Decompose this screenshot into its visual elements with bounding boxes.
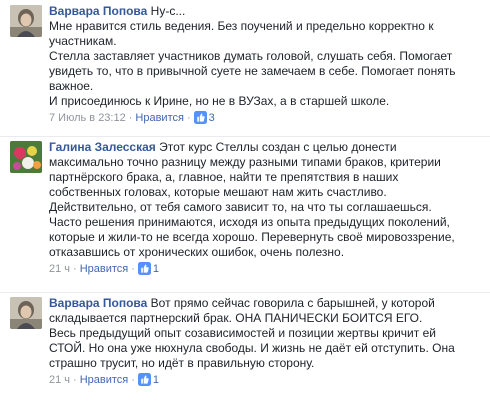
meta-separator: · [73,263,77,275]
meta-separator: · [128,112,133,124]
comment-text-line: увидеть то, что в привычной суете не зам… [49,64,456,78]
comment-text-line: участникам. [49,34,117,48]
comment-text-line: складывается партнерский брак. ОНА ПАНИЧ… [49,311,423,325]
comment-author[interactable]: Галина Залесская [49,140,156,154]
avatar[interactable] [10,297,42,329]
comment-divider [0,136,490,137]
thumbs-up-icon [193,111,207,124]
comment-text-line: которые и жили-то не всегда хорошо. Пере… [49,230,455,244]
comment-text: Вот прямо сейчас говорила с барышней, у … [147,296,435,310]
comment-divider [0,292,490,293]
like-count: 3 [208,112,215,124]
meta-separator: · [73,374,77,386]
like-button[interactable]: Нравится [80,374,129,386]
comment: Варвара Попова Вот прямо сейчас говорила… [6,296,486,400]
like-count-link[interactable]: 3 [193,111,215,124]
comment-first-line: Галина Залесская Этот курс Стеллы создан… [49,140,486,155]
avatar[interactable] [10,5,42,37]
meta-separator: · [131,374,135,386]
thumbs-up-icon [137,262,151,275]
comment-text-line: СТОЙ. Но она уже нюхнула свободы. И жизн… [49,341,455,355]
comment: Галина Залесская Этот курс Стеллы создан… [6,140,486,290]
comment-text: Ну-с... [147,4,186,18]
comment-text-line: Часто решения принимаются, исходя из опы… [49,215,450,229]
meta-separator: · [131,263,135,275]
comment-meta: 21 ч · Нравится · 1 [49,262,486,276]
avatar-photo [10,297,42,329]
like-button[interactable]: Нравится [80,263,129,275]
comment-text: Этот курс Стеллы создан с целью донести [155,140,397,154]
comment-text-line: партнёрского брака, а, главное, найти те… [49,170,399,184]
avatar-photo [10,5,42,37]
comment-author[interactable]: Варвара Попова [49,4,147,18]
comment-meta: 7 Июль в 23:12 · Нравится · 3 [49,111,486,125]
like-button[interactable]: Нравится [135,112,184,124]
comment-first-line: Варвара Попова Ну-с... [49,4,486,19]
comment-text-line: собственных головах, которые мешают нам … [49,185,387,199]
comment-text-line: Весь предыдущий опыт созависимостей и по… [49,326,436,340]
comment-text-line: Стелла заставляет участников думать голо… [49,49,453,63]
comment-timestamp[interactable]: 7 Июль в 23:12 [49,112,126,124]
comment-timestamp[interactable]: 21 ч [49,263,70,275]
meta-separator: · [186,112,191,124]
like-count-link[interactable]: 1 [137,373,160,386]
avatar-photo [10,141,42,173]
comment-text-line: Мне нравится стиль ведения. Без поучений… [49,19,434,33]
comment-text-line: важное. [49,79,94,93]
comment-meta: 21 ч · Нравится · 1 [49,373,486,387]
comment-text-line: И присоединюсь к Ирине, но не в ВУЗах, а… [49,94,390,108]
comment-text-line: отказавшись от хронических ошибок, очень… [49,245,345,259]
like-count: 1 [152,263,160,275]
thumbs-up-icon [137,373,151,386]
comment-text-line: Действительно, от тебя самого зависит то… [49,200,432,214]
like-count-link[interactable]: 1 [137,262,160,275]
comment-author[interactable]: Варвара Попова [49,296,147,310]
avatar[interactable] [10,141,42,173]
comment-text-line: страшно трусит, но идёт в правильную сто… [49,356,315,370]
comment: Варвара Попова Ну-с... Мне нравится стил… [6,4,486,132]
comment-first-line: Варвара Попова Вот прямо сейчас говорила… [49,296,486,311]
comment-timestamp[interactable]: 21 ч [49,374,70,386]
comment-text-line: максимально точно разницу между разными … [49,155,441,169]
like-count: 1 [152,374,160,386]
